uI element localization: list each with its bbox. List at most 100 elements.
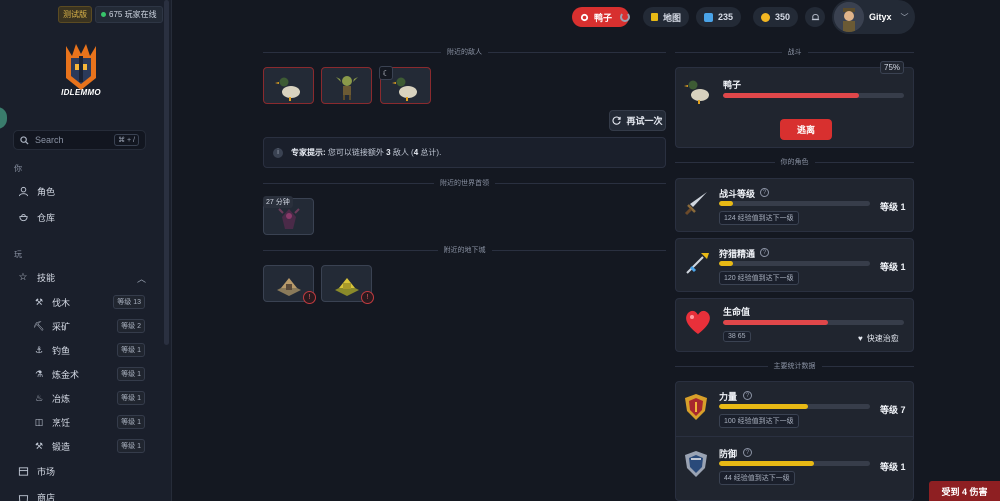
section-battle: 战斗	[675, 47, 914, 57]
strength-shield-icon	[685, 394, 707, 420]
skill-level-badge: 等级 1	[117, 415, 145, 429]
nav-shop-label: 商店	[37, 493, 56, 501]
sidebar-toggle-handle[interactable]	[0, 107, 7, 129]
defence-xp-text: 44 经验值到达下一级	[719, 471, 795, 485]
strength-xp-text: 100 经验值到达下一级	[719, 414, 799, 428]
quick-heal-button[interactable]: ♥ 快速治愈	[858, 333, 899, 344]
skill-item[interactable]: ♨ 冶炼 等级 1	[33, 391, 145, 405]
logo-text: IDLEMMO	[61, 88, 101, 97]
gems-counter[interactable]: 235	[696, 7, 742, 27]
tip-extra-count: 3	[386, 148, 391, 157]
tip-prefix: 专家提示:	[291, 148, 326, 157]
flee-button[interactable]: 逃离	[780, 119, 832, 140]
section-world-bosses: 附近的世界首领	[263, 178, 666, 188]
online-dot-icon	[101, 12, 106, 17]
avatar	[834, 2, 864, 32]
active-battle-label: 鸭子	[594, 12, 613, 23]
user-icon	[17, 186, 29, 198]
chevron-up-icon[interactable]: ︿	[137, 272, 146, 285]
pot-icon: ◫	[34, 416, 44, 427]
enemy-hp-percent: 75%	[880, 61, 905, 74]
map-button[interactable]: 地图	[643, 7, 690, 27]
skill-item[interactable]: ⚗ 炼金术 等级 1	[33, 367, 145, 381]
sidebar: 测试版 675 玩家在线 IDLEMMO Search ⌘ + / 你 角色 仓…	[0, 0, 172, 501]
section-play-label: 玩	[14, 250, 22, 259]
user-menu[interactable]: Gityx ﹀	[832, 0, 915, 34]
skill-item[interactable]: ⛏ 采矿 等级 2	[33, 319, 145, 333]
search-placeholder: Search	[35, 135, 64, 145]
skill-level-badge: 等级 2	[117, 319, 145, 333]
map-icon	[651, 13, 658, 21]
help-icon[interactable]: ?	[760, 188, 769, 197]
flask-icon: ⚗	[34, 368, 44, 379]
retry-button[interactable]: 再试一次	[609, 110, 666, 131]
skill-label: 烹饪	[52, 417, 71, 428]
defence-shield-icon	[685, 451, 707, 477]
hammer-icon: ⚒	[34, 440, 44, 451]
skill-level-badge: 等级 1	[117, 343, 145, 357]
combat-xp-bar	[719, 201, 870, 206]
lock-icon: !	[303, 291, 316, 304]
hunt-xp-text: 120 经验值到达下一级	[719, 271, 799, 285]
quick-heal-label: 快速治愈	[866, 334, 899, 343]
health-label: 生命值	[723, 307, 751, 317]
skill-item[interactable]: ⚓ 钓鱼 等级 1	[33, 343, 145, 357]
username: Gityx	[869, 12, 892, 22]
beta-badge: 测试版	[58, 6, 92, 23]
enemy-tile-duck[interactable]	[263, 67, 314, 104]
enemy-hp-bar	[723, 93, 904, 98]
sword-icon	[684, 192, 707, 216]
loading-spinner-icon	[620, 12, 630, 22]
skill-label: 炼金术	[52, 369, 80, 380]
enemy-tile-goblin[interactable]	[321, 67, 372, 104]
nav-skills[interactable]: ☆ 技能	[17, 271, 56, 284]
nav-character[interactable]: 角色	[17, 185, 55, 198]
skill-label: 伐木	[52, 297, 71, 308]
duck-sprite-icon	[275, 77, 300, 101]
pickaxe-icon: ⛏	[33, 320, 45, 331]
defence-label: 防御	[719, 449, 738, 459]
nav-inventory-label: 仓库	[37, 213, 56, 223]
combat-level-value: 等级 1	[880, 202, 906, 212]
search-input[interactable]: Search ⌘ + /	[13, 130, 146, 150]
nav-inventory[interactable]: 仓库	[17, 211, 55, 224]
skill-item[interactable]: ◫ 烹饪 等级 1	[33, 415, 145, 429]
help-icon[interactable]: ?	[743, 448, 752, 457]
tip-text: 总计).	[420, 148, 442, 157]
search-icon	[20, 135, 29, 145]
duck-sprite-icon	[392, 77, 417, 101]
sidebar-scrollbar[interactable]	[164, 0, 169, 345]
bag-icon	[17, 212, 29, 224]
skill-item[interactable]: ⚒ 伐木 等级 13	[33, 295, 145, 309]
tip-text: 敌人 (	[392, 148, 414, 157]
duck-icon	[580, 13, 589, 21]
section-dungeons: 附近的地下城	[263, 245, 666, 255]
online-count-badge: 675 玩家在线	[95, 6, 163, 23]
spear-icon	[686, 253, 709, 274]
section-nearby-enemies: 附近的敌人	[263, 47, 666, 57]
axe-icon: ⚒	[34, 296, 44, 307]
hunt-mastery-label: 狩猎精通	[719, 249, 756, 259]
heart-small-icon: ♥	[858, 334, 863, 343]
coin-icon	[761, 12, 770, 22]
coins-counter[interactable]: 350	[753, 7, 799, 27]
help-icon[interactable]: ?	[743, 391, 752, 400]
skill-item[interactable]: ⚒ 锻造 等级 1	[33, 439, 145, 453]
fishing-hook-icon: ⚓	[34, 344, 44, 355]
help-icon[interactable]: ?	[760, 248, 769, 257]
top-bar: 鸭子 地图 235 350 Gityx ﹀	[172, 0, 1000, 36]
skill-level-badge: 等级 13	[113, 295, 145, 309]
combat-level-label: 战斗等级	[719, 189, 756, 199]
nav-shop[interactable]: 商店	[17, 491, 55, 501]
skill-label: 锻造	[52, 441, 71, 452]
stats-divider	[676, 436, 913, 437]
fire-icon: ♨	[34, 392, 44, 403]
nav-market[interactable]: 市场	[17, 465, 55, 478]
skill-level-badge: 等级 1	[117, 391, 145, 405]
defence-level-value: 等级 1	[880, 462, 906, 472]
bell-icon[interactable]	[805, 7, 825, 27]
hunt-level-value: 等级 1	[880, 262, 906, 272]
hunt-xp-bar	[719, 261, 870, 266]
strength-label: 力量	[719, 392, 738, 402]
health-value: 38 65	[723, 331, 751, 342]
